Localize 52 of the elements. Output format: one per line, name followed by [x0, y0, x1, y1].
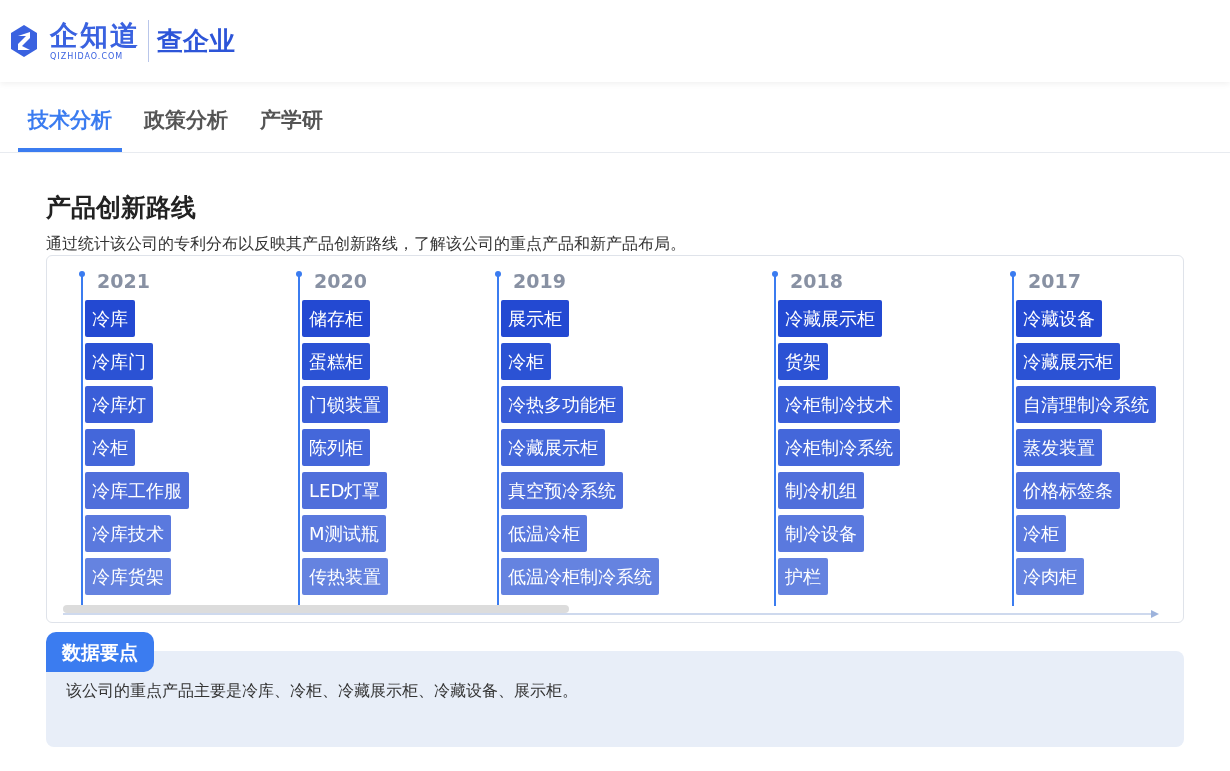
product-tag: 低温冷柜制冷系统 [501, 558, 659, 595]
product-tag: 真空预冷系统 [501, 472, 623, 509]
product-tag: 冷库技术 [85, 515, 171, 552]
product-tag: 冷库工作服 [85, 472, 189, 509]
product-tag: 冷肉柜 [1016, 558, 1084, 595]
product-tag: 蛋糕柜 [302, 343, 370, 380]
product-tag: 冷柜 [85, 429, 135, 466]
product-tag: 冷柜制冷系统 [778, 429, 900, 466]
tab[interactable]: 政策分析 [134, 82, 238, 152]
year-label: 2018 [789, 270, 844, 294]
product-tag: 冷柜 [501, 343, 551, 380]
product-tag: 储存柜 [302, 300, 370, 337]
product-tag: 低温冷柜 [501, 515, 587, 552]
product-tag: LED灯罩 [302, 472, 388, 509]
year-label: 2021 [96, 270, 151, 294]
product-tag: 护栏 [778, 558, 828, 595]
product-tag: 价格标签条 [1016, 472, 1120, 509]
product-tag: 货架 [778, 343, 828, 380]
product-tag: 冷藏展示柜 [778, 300, 882, 337]
product-tag: 冷库货架 [85, 558, 171, 595]
product-name: 查企业 [157, 24, 235, 58]
product-tag: M测试瓶 [302, 515, 386, 552]
section-description: 通过统计该公司的专利分布以反映其产品创新路线，了解该公司的重点产品和新产品布局。 [46, 234, 687, 254]
year-label: 2019 [512, 270, 567, 294]
product-tag: 冷库门 [85, 343, 153, 380]
product-tag: 冷藏展示柜 [1016, 343, 1120, 380]
product-tag: 传热装置 [302, 558, 388, 595]
product-tag: 冷藏设备 [1016, 300, 1102, 337]
product-tag: 门锁装置 [302, 386, 388, 423]
logo-text: 企知道 [50, 20, 140, 52]
product-tag: 冷柜制冷技术 [778, 386, 900, 423]
product-tag: 冷柜 [1016, 515, 1066, 552]
logo-subtext: QIZHIDAO.COM [50, 52, 124, 62]
section-title: 产品创新路线 [46, 192, 197, 224]
product-tag: 冷藏展示柜 [501, 429, 605, 466]
product-tag: 冷库灯 [85, 386, 153, 423]
product-tag: 制冷机组 [778, 472, 864, 509]
product-tag: 蒸发装置 [1016, 429, 1102, 466]
product-tag: 制冷设备 [778, 515, 864, 552]
product-tag: 展示柜 [501, 300, 569, 337]
product-tag: 陈列柜 [302, 429, 370, 466]
year-label: 2020 [313, 270, 368, 294]
logo-icon [8, 24, 40, 58]
product-tag: 冷库 [85, 300, 135, 337]
product-tag: 自清理制冷系统 [1016, 386, 1156, 423]
year-label: 2017 [1027, 270, 1082, 294]
scrollbar-thumb[interactable] [63, 605, 569, 613]
key-points-label: 数据要点 [46, 632, 154, 672]
key-points-text: 该公司的重点产品主要是冷库、冷柜、冷藏展示柜、冷藏设备、展示柜。 [66, 681, 579, 702]
tab[interactable]: 产学研 [250, 82, 333, 152]
product-tag: 冷热多功能柜 [501, 386, 623, 423]
tab[interactable]: 技术分析 [18, 82, 122, 152]
